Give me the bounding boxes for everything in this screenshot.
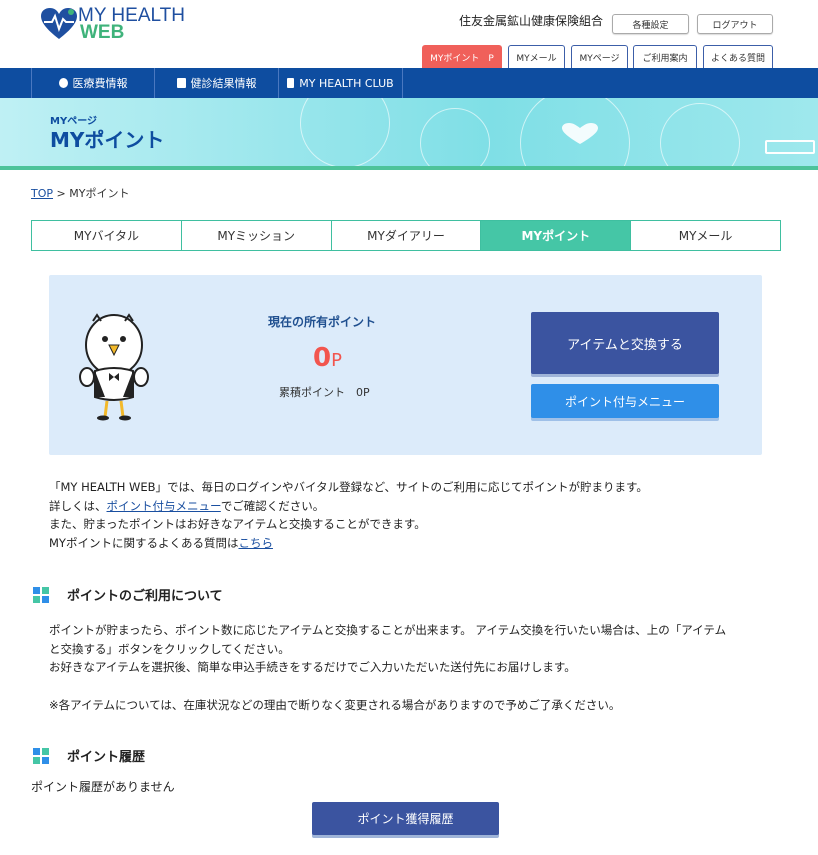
page-banner: MYページ MYポイント — [0, 98, 818, 170]
history-title-text: ポイント履歴 — [67, 750, 146, 765]
banner-decoration — [660, 103, 740, 170]
nav-item-label: MY HEALTH CLUB — [299, 76, 394, 90]
intro-line-2-post: でご確認ください。 — [220, 498, 325, 513]
faq-link[interactable]: こちら — [238, 536, 273, 550]
logo-text-line2: WEB — [80, 22, 125, 43]
tab-mypoint[interactable]: MYポイント P — [422, 45, 502, 68]
usage-title-text: ポイントのご利用について — [67, 589, 223, 604]
total-points-label: 累積ポイント 0P — [279, 386, 370, 399]
current-points-number: 0 — [313, 343, 332, 373]
point-summary-panel: 現在の所有ポイント 0P 累積ポイント 0P アイテムと交換する ポイント付与メ… — [49, 275, 762, 455]
usage-line-1: ポイントが貯まったら、ポイント数に応じたアイテムと交換することが出来ます。 アイ… — [49, 623, 727, 637]
exchange-items-button[interactable]: アイテムと交換する — [531, 312, 719, 374]
organization-name: 住友金属鉱山健康保険組合 — [459, 14, 604, 28]
intro-line-4-pre: MYポイントに関するよくある質問は — [49, 535, 239, 550]
intro-text: 「MY HEALTH WEB」では、毎日のログインやバイタル登録など、サイトのご… — [49, 478, 648, 552]
usage-line-2: と交換する」ボタンをクリックしてください。 — [49, 641, 290, 656]
header: MY HEALTH WEB 住友金属鉱山健康保険組合 各種設定 ログアウト MY… — [0, 0, 818, 68]
intro-line-2: 詳しくは、ポイント付与メニューでご確認ください。 — [49, 497, 648, 516]
tab-mypage[interactable]: MYページ — [571, 45, 628, 68]
breadcrumb-separator: > — [53, 187, 70, 200]
heart-decoration-icon — [562, 123, 598, 144]
bookmark-icon — [287, 78, 295, 88]
mascot-bird-icon — [79, 313, 149, 421]
settings-button[interactable]: 各種設定 — [612, 14, 689, 34]
subtab-mission[interactable]: MYミッション — [182, 221, 332, 250]
breadcrumb: TOP > MYポイント — [31, 185, 129, 201]
subtabs: MYバイタル MYミッション MYダイアリー MYポイント MYメール — [31, 220, 781, 251]
usage-section-title: ポイントのご利用について — [33, 585, 223, 604]
tab-guide[interactable]: ご利用案内 — [633, 45, 697, 68]
subtab-vital[interactable]: MYバイタル — [32, 221, 182, 250]
banner-decoration — [765, 140, 815, 154]
tab-mymail[interactable]: MYメール — [508, 45, 565, 68]
banner-decoration — [420, 108, 490, 170]
grid-squares-icon — [33, 586, 49, 603]
site-logo[interactable]: MY HEALTH WEB — [40, 5, 190, 43]
banner-strip — [0, 166, 818, 170]
logout-button[interactable]: ログアウト — [697, 14, 773, 34]
usage-text: ポイントが貯まったら、ポイント数に応じたアイテムと交換することが出来ます。 アイ… — [49, 621, 726, 677]
page-title: MYポイント — [50, 128, 165, 152]
tab-faq[interactable]: よくある質問 — [703, 45, 773, 68]
document-icon — [176, 78, 186, 88]
point-history-button[interactable]: ポイント獲得履歴 — [312, 802, 499, 835]
breadcrumb-top-link[interactable]: TOP — [31, 187, 53, 200]
nav-item-label: 健診結果情報 — [190, 77, 257, 90]
grid-squares-icon — [33, 747, 49, 764]
point-menu-link[interactable]: ポイント付与メニュー — [107, 499, 221, 513]
point-menu-button[interactable]: ポイント付与メニュー — [531, 384, 719, 418]
nav-item-label: 医療費情報 — [72, 77, 128, 90]
current-points-label: 現在の所有ポイント — [268, 315, 377, 329]
current-points-value: 0P — [313, 343, 342, 373]
main-nav: 医療費情報 健診結果情報 MY HEALTH CLUB — [0, 68, 818, 98]
current-points-unit: P — [331, 350, 342, 371]
intro-line-1: 「MY HEALTH WEB」では、毎日のログインやバイタル登録など、サイトのご… — [49, 480, 648, 494]
intro-line-3: また、貯まったポイントはお好きなアイテムと交換することができます。 — [49, 517, 426, 531]
subtab-diary[interactable]: MYダイアリー — [332, 221, 482, 250]
breadcrumb-current: MYポイント — [69, 187, 130, 200]
history-section-title: ポイント履歴 — [33, 746, 145, 765]
intro-line-2-pre: 詳しくは、 — [49, 498, 107, 513]
no-history-message: ポイント履歴がありません — [31, 780, 175, 794]
intro-line-4: MYポイントに関するよくある質問はこちら — [49, 534, 648, 553]
usage-line-3: お好きなアイテムを選択後、簡単な申込手続きをするだけでご入力いただいた送付先にお… — [49, 660, 576, 674]
banner-decoration — [300, 98, 390, 168]
nav-item-medical-costs[interactable]: 医療費情報 — [31, 68, 154, 98]
nav-item-checkup-results[interactable]: 健診結果情報 — [154, 68, 278, 98]
subtab-mail[interactable]: MYメール — [631, 221, 780, 250]
coins-icon — [58, 78, 68, 88]
heart-logo-icon — [41, 8, 77, 39]
subtab-point[interactable]: MYポイント — [481, 221, 632, 250]
nav-item-health-club[interactable]: MY HEALTH CLUB — [278, 68, 403, 98]
usage-note: ※各アイテムについては、在庫状況などの理由で断りなく変更される場合がありますので… — [49, 698, 621, 712]
